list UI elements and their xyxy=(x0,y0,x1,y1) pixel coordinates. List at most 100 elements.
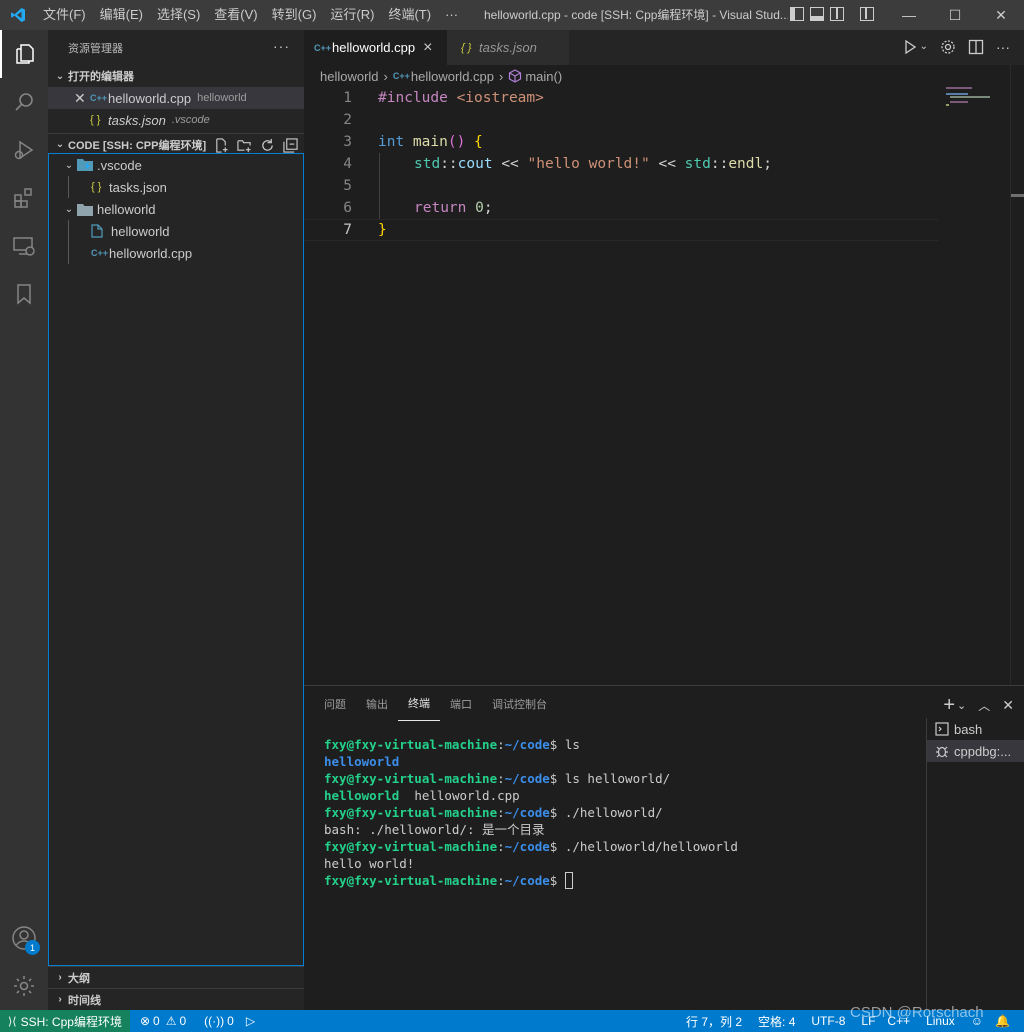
code-line: 3 int main() { xyxy=(304,131,938,153)
tree-file-helloworld-cpp[interactable]: C++ helloworld.cpp xyxy=(49,242,303,264)
tree-folder-vscode[interactable]: ⌄ .vscode xyxy=(49,154,303,176)
tab-debug-console[interactable]: 调试控制台 xyxy=(482,686,557,721)
line-number: 3 xyxy=(343,134,352,150)
menu-terminal[interactable]: 终端(T) xyxy=(381,0,438,30)
code-line: 4 std::cout << "hello world!" << std::en… xyxy=(304,153,938,175)
tab-ports[interactable]: 端口 xyxy=(440,686,482,721)
editor-scrollbar[interactable] xyxy=(1010,65,1024,685)
menu-file[interactable]: 文件(F) xyxy=(36,0,93,30)
tree-folder-helloworld[interactable]: ⌄ helloworld xyxy=(49,198,303,220)
tree-label: helloworld xyxy=(111,223,170,239)
open-editor-desc: .vscode xyxy=(171,114,210,126)
new-file-icon[interactable] xyxy=(213,137,229,153)
split-editor-icon[interactable] xyxy=(968,39,984,58)
breadcrumb-symbol[interactable]: main() xyxy=(525,69,562,84)
chevron-right-icon: › xyxy=(58,972,62,983)
symbol-method-icon xyxy=(508,69,522,83)
code-token: return xyxy=(414,200,476,216)
outline-section[interactable]: › 大纲 xyxy=(48,966,304,988)
gear-icon[interactable] xyxy=(940,39,956,58)
open-editors-section[interactable]: ⌄ 打开的编辑器 xyxy=(48,65,304,87)
tab-problems[interactable]: 问题 xyxy=(314,686,356,721)
menu-view[interactable]: 查看(V) xyxy=(207,0,264,30)
close-icon[interactable]: × xyxy=(423,39,432,57)
menu-edit[interactable]: 编辑(E) xyxy=(93,0,150,30)
ports-status[interactable]: ((·)) 0 xyxy=(198,1014,240,1028)
menu-more[interactable]: ··· xyxy=(438,0,465,30)
more-actions-icon[interactable]: ··· xyxy=(273,38,290,54)
terminal-list: bash cppdbg:... xyxy=(926,718,1024,1011)
explorer-icon[interactable] xyxy=(0,30,48,78)
code-editor[interactable]: 1 #include <iostream> 2 3 int main() { 4… xyxy=(304,87,940,683)
maximize-icon[interactable]: ☐ xyxy=(932,0,978,30)
tab-label: tasks.json xyxy=(479,40,537,55)
tab-tasks-json[interactable]: { } tasks.json xyxy=(447,30,569,65)
tab-helloworld-cpp[interactable]: C++ helloworld.cpp × xyxy=(304,30,447,65)
accounts-icon[interactable]: 1 xyxy=(0,914,48,962)
close-icon[interactable]: ✕ xyxy=(74,90,90,107)
remote-indicator[interactable]: ⟩⟨ SSH: Cpp编程环境 xyxy=(0,1010,130,1032)
tree-label: .vscode xyxy=(97,157,142,173)
minimize-icon[interactable]: — xyxy=(886,0,932,30)
chevron-right-icon: › xyxy=(58,994,62,1005)
menu-go[interactable]: 转到(G) xyxy=(265,0,324,30)
editor-tab-bar: C++ helloworld.cpp × { } tasks.json ⌄ ··… xyxy=(304,30,1024,65)
tab-terminal[interactable]: 终端 xyxy=(398,686,440,721)
chevron-down-icon[interactable]: ⌄ xyxy=(920,39,928,58)
problems-status[interactable]: ⊗ 0 ⚠ 0 xyxy=(134,1014,192,1028)
toggle-primary-sidebar-icon[interactable] xyxy=(790,7,804,21)
cpp-file-icon: C++ xyxy=(392,71,410,81)
run-icon[interactable] xyxy=(902,39,918,58)
terminal-item-cppdbg[interactable]: cppdbg:... xyxy=(927,740,1024,762)
customize-layout-icon[interactable] xyxy=(860,7,874,21)
breadcrumb-file[interactable]: helloworld.cpp xyxy=(411,69,494,84)
code-token: main xyxy=(412,134,448,150)
tree-label: tasks.json xyxy=(109,179,167,195)
encoding[interactable]: UTF-8 xyxy=(805,1014,851,1028)
json-file-icon: { } xyxy=(90,114,101,126)
toggle-secondary-sidebar-icon[interactable] xyxy=(830,7,844,21)
close-panel-icon[interactable]: ✕ xyxy=(1002,697,1014,714)
chevron-down-icon[interactable]: ⌄ xyxy=(957,699,966,712)
cursor-position[interactable]: 行 7，列 2 xyxy=(680,1013,748,1030)
folder-section[interactable]: ⌄ CODE [SSH: CPP编程环境] xyxy=(48,133,304,155)
breadcrumb-folder[interactable]: helloworld xyxy=(320,69,379,84)
menu-bar: 文件(F) 编辑(E) 选择(S) 查看(V) 转到(G) 运行(R) 终端(T… xyxy=(36,0,465,30)
menu-selection[interactable]: 选择(S) xyxy=(150,0,207,30)
warning-icon: ⚠ xyxy=(165,1014,177,1028)
bookmark-icon[interactable] xyxy=(0,270,48,318)
add-terminal-icon[interactable]: + xyxy=(943,694,955,717)
notifications-bell-icon[interactable]: 🔔 xyxy=(989,1014,1016,1028)
close-window-icon[interactable]: ✕ xyxy=(978,0,1024,30)
search-icon[interactable] xyxy=(0,78,48,126)
open-editor-item[interactable]: { } tasks.json .vscode xyxy=(48,109,304,131)
settings-gear-icon[interactable] xyxy=(0,962,48,1010)
maximize-panel-icon[interactable]: ︿ xyxy=(978,697,990,714)
more-actions-icon[interactable]: ··· xyxy=(996,39,1010,58)
menu-run[interactable]: 运行(R) xyxy=(323,0,381,30)
folder-toolbar xyxy=(213,137,298,153)
open-editor-desc: helloworld xyxy=(197,92,247,104)
tree-file-helloworld[interactable]: helloworld xyxy=(49,220,303,242)
terminal-output[interactable]: fxy@fxy-virtual-machine:~/code$ ls hello… xyxy=(324,736,924,889)
toggle-panel-icon[interactable] xyxy=(810,7,824,21)
tab-output[interactable]: 输出 xyxy=(356,686,398,721)
new-folder-icon[interactable] xyxy=(236,137,252,153)
open-editor-item[interactable]: ✕ C++ helloworld.cpp helloworld xyxy=(48,87,304,109)
terminal-item-bash[interactable]: bash xyxy=(927,718,1024,740)
collapse-all-icon[interactable] xyxy=(282,137,298,153)
remote-explorer-icon[interactable] xyxy=(0,222,48,270)
timeline-section[interactable]: › 时间线 xyxy=(48,988,304,1010)
terminal-output-text: helloworld xyxy=(324,788,400,803)
debug-status[interactable]: ▷ xyxy=(240,1014,261,1028)
tree-file-tasks-json[interactable]: { } tasks.json xyxy=(49,176,303,198)
prompt-path: ~/code xyxy=(504,873,550,888)
error-icon: ⊗ xyxy=(139,1014,151,1028)
indentation[interactable]: 空格: 4 xyxy=(752,1013,801,1030)
terminal-line: bash: ./helloworld/: 是一个目录 xyxy=(324,821,924,838)
prompt-user: fxy@fxy-virtual-machine xyxy=(324,839,498,854)
run-debug-icon[interactable] xyxy=(0,126,48,174)
refresh-icon[interactable] xyxy=(259,137,275,153)
extensions-icon[interactable] xyxy=(0,174,48,222)
line-number: 6 xyxy=(343,200,352,216)
